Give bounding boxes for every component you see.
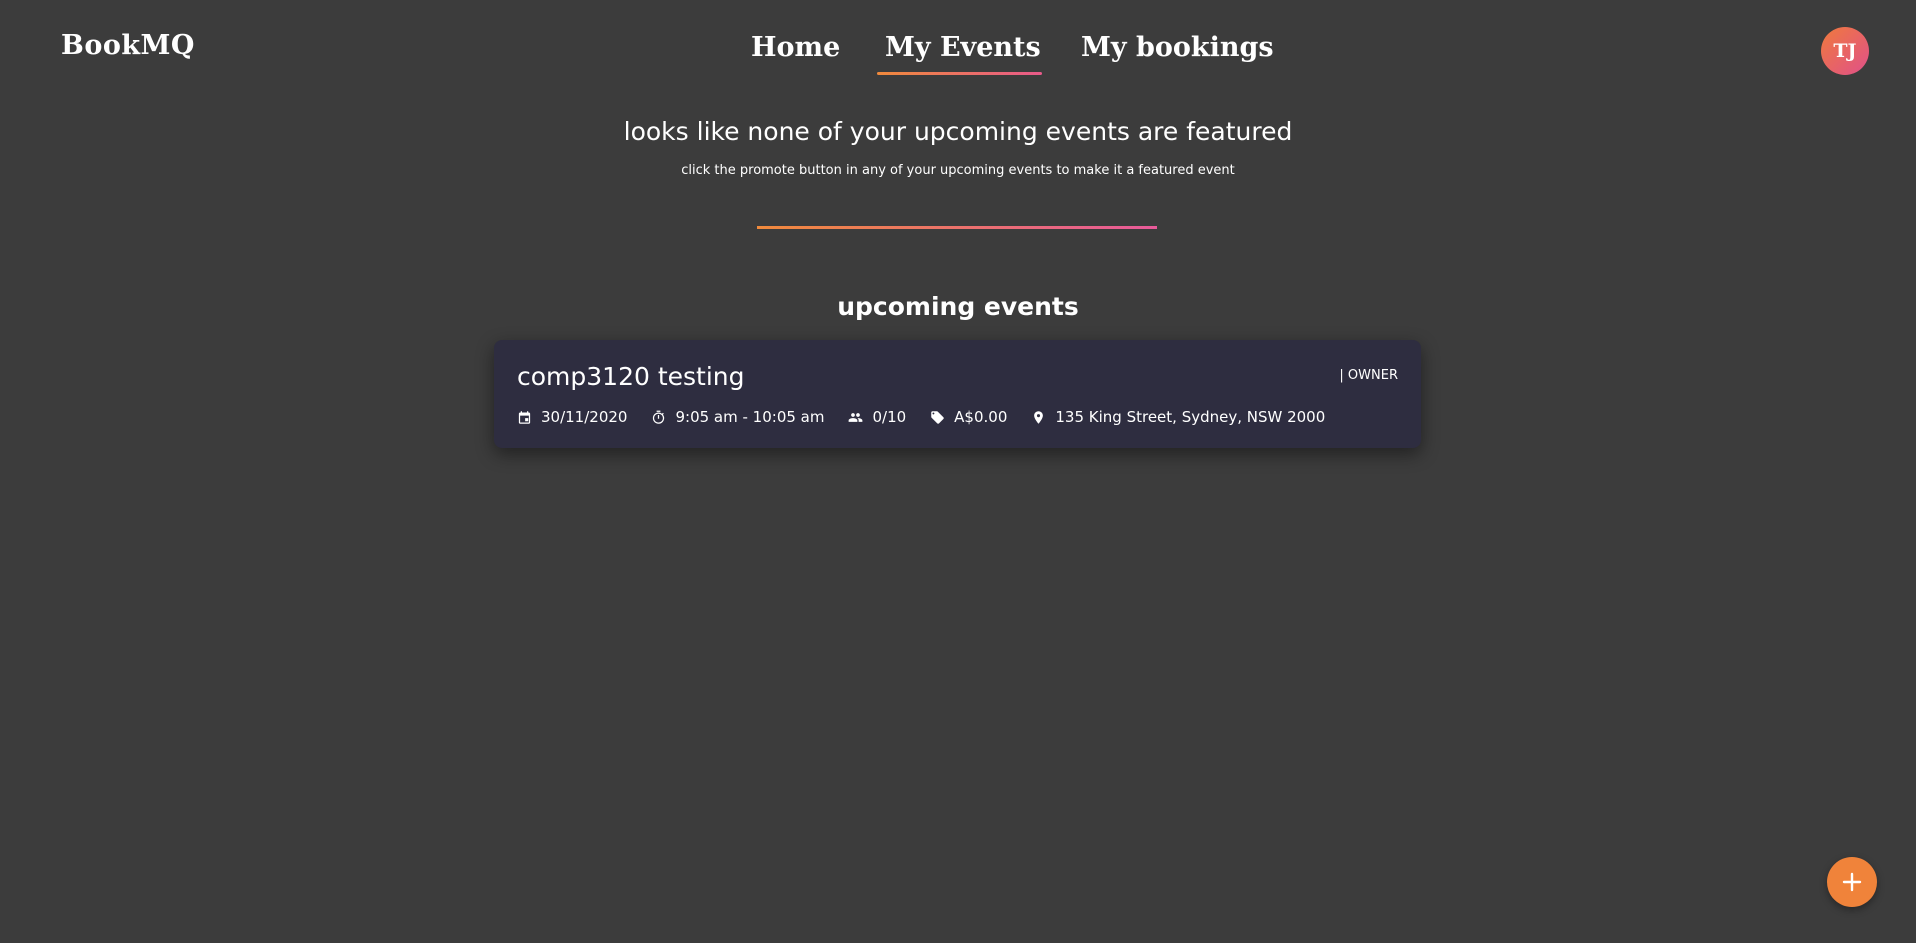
event-time: 9:05 am - 10:05 am — [651, 408, 824, 426]
event-name: comp3120 testing — [517, 362, 745, 391]
event-time-text: 9:05 am - 10:05 am — [675, 408, 825, 426]
event-role-badge: | OWNER — [1339, 368, 1398, 383]
nav-home[interactable]: Home — [751, 32, 840, 63]
price-tag-icon — [931, 410, 944, 424]
active-nav-indicator — [877, 72, 1042, 75]
nav-my-events[interactable]: My Events — [885, 32, 1041, 63]
event-date: 30/11/2020 — [517, 408, 627, 426]
event-card[interactable]: comp3120 testing | OWNER 30/11/2020 9:05… — [494, 340, 1421, 448]
event-price: A$0.00 — [930, 408, 1007, 426]
section-divider — [757, 226, 1157, 229]
people-icon — [849, 412, 863, 422]
event-location: 135 King Street, Sydney, NSW 2000 — [1031, 408, 1325, 426]
featured-empty-title: looks like none of your upcoming events … — [623, 117, 1293, 146]
event-location-text: 135 King Street, Sydney, NSW 2000 — [1055, 408, 1326, 426]
main-nav: Home My Events My bookings — [0, 28, 1916, 78]
plus-icon — [1842, 872, 1862, 892]
top-navigation-bar: BookMQ Home My Events My bookings TJ — [0, 0, 1916, 100]
create-event-button[interactable] — [1827, 857, 1877, 907]
calendar-icon — [518, 410, 531, 424]
event-attendance-text: 0/10 — [872, 408, 907, 426]
event-date-text: 30/11/2020 — [541, 408, 628, 426]
user-avatar[interactable]: TJ — [1821, 27, 1869, 75]
event-attendance: 0/10 — [848, 408, 906, 426]
event-price-text: A$0.00 — [954, 408, 1008, 426]
timer-icon — [653, 410, 665, 424]
upcoming-events-title: upcoming events — [837, 292, 1079, 321]
nav-my-bookings[interactable]: My bookings — [1081, 32, 1274, 63]
event-meta: 30/11/2020 9:05 am - 10:05 am 0/10 A$0.0… — [517, 407, 1349, 427]
featured-empty-subtitle: click the promote button in any of your … — [681, 163, 1235, 178]
location-pin-icon — [1034, 410, 1044, 424]
